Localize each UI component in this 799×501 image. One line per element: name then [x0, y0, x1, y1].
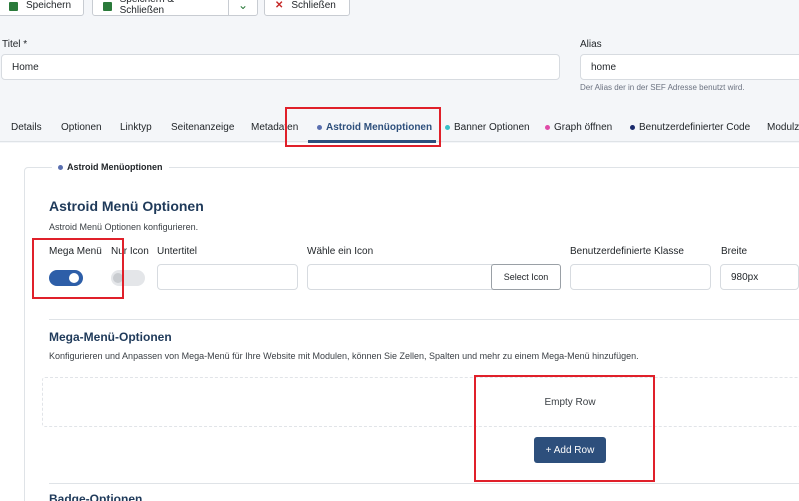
badge-options-title: Badge-Optionen	[49, 492, 143, 501]
toolbar: Speichern Speichern & Schließen ⌄ ✕ Schl…	[0, 0, 799, 22]
dot-icon	[445, 124, 450, 130]
custom-class-input[interactable]	[570, 264, 711, 290]
subtitle-input[interactable]	[157, 264, 298, 290]
subtitle-label: Untertitel	[157, 246, 198, 257]
icon-label: Wähle ein Icon	[307, 246, 374, 257]
dot-icon	[58, 164, 63, 170]
close-icon: ✕	[275, 0, 284, 11]
tab-module[interactable]: Modulz	[767, 112, 799, 142]
floppy-disk-icon	[9, 1, 18, 11]
tab-label: Benutzerdefinierter Code	[639, 121, 751, 133]
tab-label: Modulz	[767, 121, 799, 133]
highlight-box	[474, 375, 655, 482]
tab-label: Details	[11, 121, 42, 133]
alias-label: Alias	[580, 39, 602, 50]
tab-label: Banner Optionen	[454, 121, 530, 133]
legend-label: Astroid Menüoptionen	[67, 162, 163, 172]
save-button-label: Speichern	[26, 0, 72, 11]
mega-menu-description: Konfigurieren und Anpassen von Mega-Menü…	[49, 351, 639, 361]
divider	[49, 483, 799, 484]
tab-label: Linktyp	[120, 121, 152, 133]
custom-class-label: Benutzerdefinierte Klasse	[570, 246, 684, 257]
tab-link-type[interactable]: Linktyp	[120, 112, 152, 142]
dot-icon	[545, 124, 550, 130]
floppy-disk-icon	[103, 1, 112, 11]
mega-menu-dropzone	[42, 377, 799, 427]
tab-label: Seitenanzeige	[171, 121, 235, 133]
width-label: Breite	[721, 246, 748, 257]
chevron-down-icon[interactable]: ⌄	[228, 0, 257, 15]
mega-menu-title: Mega-Menü-Optionen	[49, 330, 172, 344]
select-icon-button[interactable]: Select Icon	[491, 264, 561, 290]
dot-icon	[630, 124, 635, 130]
alias-input[interactable]: home	[580, 54, 799, 80]
save-close-button-label: Speichern & Schließen	[119, 0, 174, 16]
close-button[interactable]: ✕ Schließen	[264, 0, 350, 16]
fieldset-legend: Astroid Menüoptionen	[52, 162, 169, 172]
tab-label: Optionen	[61, 121, 102, 133]
tab-details[interactable]: Details	[11, 112, 42, 142]
section-description: Astroid Menü Optionen konfigurieren.	[49, 222, 199, 232]
divider	[49, 319, 799, 320]
tab-custom-code[interactable]: Benutzerdefinierter Code	[630, 112, 750, 142]
alias-hint: Der Alias der in der SEF Adresse benutzt…	[580, 83, 745, 92]
save-button[interactable]: Speichern	[0, 0, 84, 16]
save-close-button[interactable]: Speichern & Schließen ⌄	[92, 0, 258, 16]
close-button-label: Schließen	[291, 0, 336, 11]
tab-page-display[interactable]: Seitenanzeige	[171, 112, 234, 142]
width-input[interactable]: 980px	[720, 264, 799, 290]
title-label: Titel *	[2, 39, 28, 50]
tab-open-graph[interactable]: Graph öffnen	[545, 112, 612, 142]
highlight-box	[32, 238, 124, 299]
tab-label: Graph öffnen	[554, 121, 613, 133]
highlight-box	[285, 107, 441, 147]
tab-banner-options[interactable]: Banner Optionen	[445, 112, 530, 142]
title-input[interactable]: Home	[1, 54, 560, 80]
tab-options[interactable]: Optionen	[61, 112, 102, 142]
section-title: Astroid Menü Optionen	[49, 198, 204, 214]
